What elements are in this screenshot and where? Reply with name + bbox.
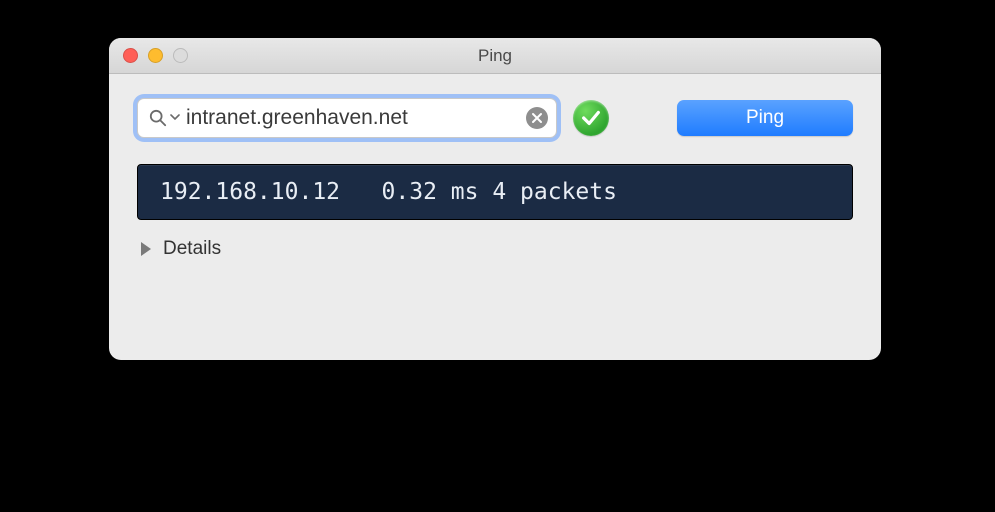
titlebar: Ping xyxy=(109,38,881,74)
clear-icon[interactable] xyxy=(526,107,548,129)
details-label: Details xyxy=(163,238,221,260)
result-text: 192.168.10.12 0.32 ms 4 packets xyxy=(160,179,617,205)
zoom-button[interactable] xyxy=(173,48,188,63)
minimize-button[interactable] xyxy=(148,48,163,63)
close-button[interactable] xyxy=(123,48,138,63)
disclosure-triangle-icon xyxy=(141,242,151,256)
traffic-lights xyxy=(123,48,188,63)
host-search-field[interactable] xyxy=(137,98,557,138)
chevron-down-icon[interactable] xyxy=(170,109,180,127)
host-input[interactable] xyxy=(182,106,526,130)
window-title: Ping xyxy=(109,46,881,66)
ping-window: Ping Ping 192.168.1 xyxy=(109,38,881,360)
window-body: Ping 192.168.10.12 0.32 ms 4 packets Det… xyxy=(109,74,881,280)
input-row: Ping xyxy=(137,98,853,138)
search-icon xyxy=(148,108,168,128)
ping-button[interactable]: Ping xyxy=(677,100,853,136)
result-panel: 192.168.10.12 0.32 ms 4 packets xyxy=(137,164,853,220)
status-success-icon xyxy=(573,100,609,136)
details-disclosure[interactable]: Details xyxy=(137,238,221,260)
